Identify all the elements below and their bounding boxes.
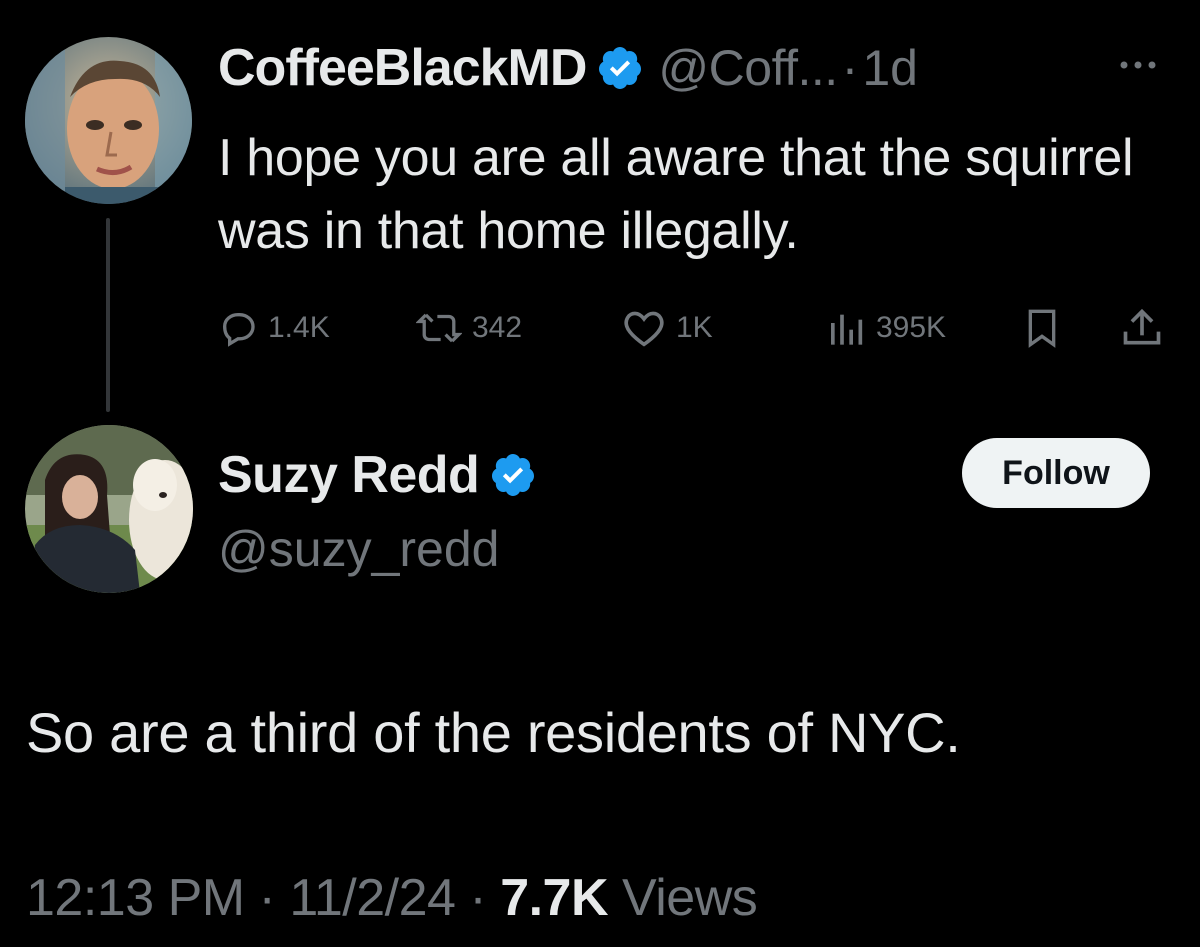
share-icon xyxy=(1120,306,1164,350)
avatar-suzy-redd[interactable] xyxy=(25,425,193,593)
tweet-action-bar: 1.4K 342 1K 395K xyxy=(0,300,1200,356)
share-button[interactable] xyxy=(1120,300,1164,356)
follow-button[interactable]: Follow xyxy=(962,438,1150,508)
views-count: 395K xyxy=(876,311,947,344)
reply-button[interactable]: 1.4K xyxy=(218,300,330,356)
views-button[interactable]: 395K xyxy=(826,300,946,356)
reply-tweet-text: So are a third of the residents of NYC. xyxy=(26,701,961,764)
reply-meta-row: 12:13 PM · 11/2/24 · 7.7K Views xyxy=(26,868,758,928)
reply-count: 1.4K xyxy=(268,311,330,344)
verified-badge-icon[interactable] xyxy=(489,451,537,499)
reply-views-label: Views xyxy=(621,869,758,927)
header-separator: · xyxy=(841,40,859,96)
bookmark-icon xyxy=(1022,306,1062,350)
author-handle[interactable]: @Coff... xyxy=(658,39,838,97)
repost-icon xyxy=(416,308,462,348)
views-icon xyxy=(826,308,866,348)
reply-author-handle[interactable]: @suzy_redd xyxy=(218,520,499,578)
reply-author-display-name[interactable]: Suzy Redd xyxy=(218,445,480,505)
like-count: 1K xyxy=(676,311,713,344)
reply-header: Suzy Redd xyxy=(218,440,537,510)
bookmark-button[interactable] xyxy=(1022,300,1062,356)
verified-badge-icon[interactable] xyxy=(596,44,644,92)
reply-views-count: 7.7K xyxy=(500,869,609,927)
reply-date[interactable]: 11/2/24 xyxy=(289,869,456,927)
like-button[interactable]: 1K xyxy=(622,300,713,356)
reply-icon xyxy=(218,308,258,348)
author-display-name[interactable]: CoffeeBlackMD xyxy=(218,38,587,98)
meta-separator: · xyxy=(258,869,276,927)
parent-tweet-header: CoffeeBlackMD @Coff... · 1d xyxy=(218,38,918,98)
parent-tweet-text: I hope you are all aware that the squirr… xyxy=(218,129,1134,260)
meta-separator: · xyxy=(469,869,487,927)
tweet-timestamp[interactable]: 1d xyxy=(862,39,918,97)
avatar-coffeeblackmd[interactable] xyxy=(25,37,192,204)
like-icon xyxy=(622,308,666,348)
repost-button[interactable]: 342 xyxy=(416,300,522,356)
more-icon[interactable] xyxy=(1108,50,1168,80)
reply-time[interactable]: 12:13 PM xyxy=(26,869,245,927)
repost-count: 342 xyxy=(472,311,523,344)
